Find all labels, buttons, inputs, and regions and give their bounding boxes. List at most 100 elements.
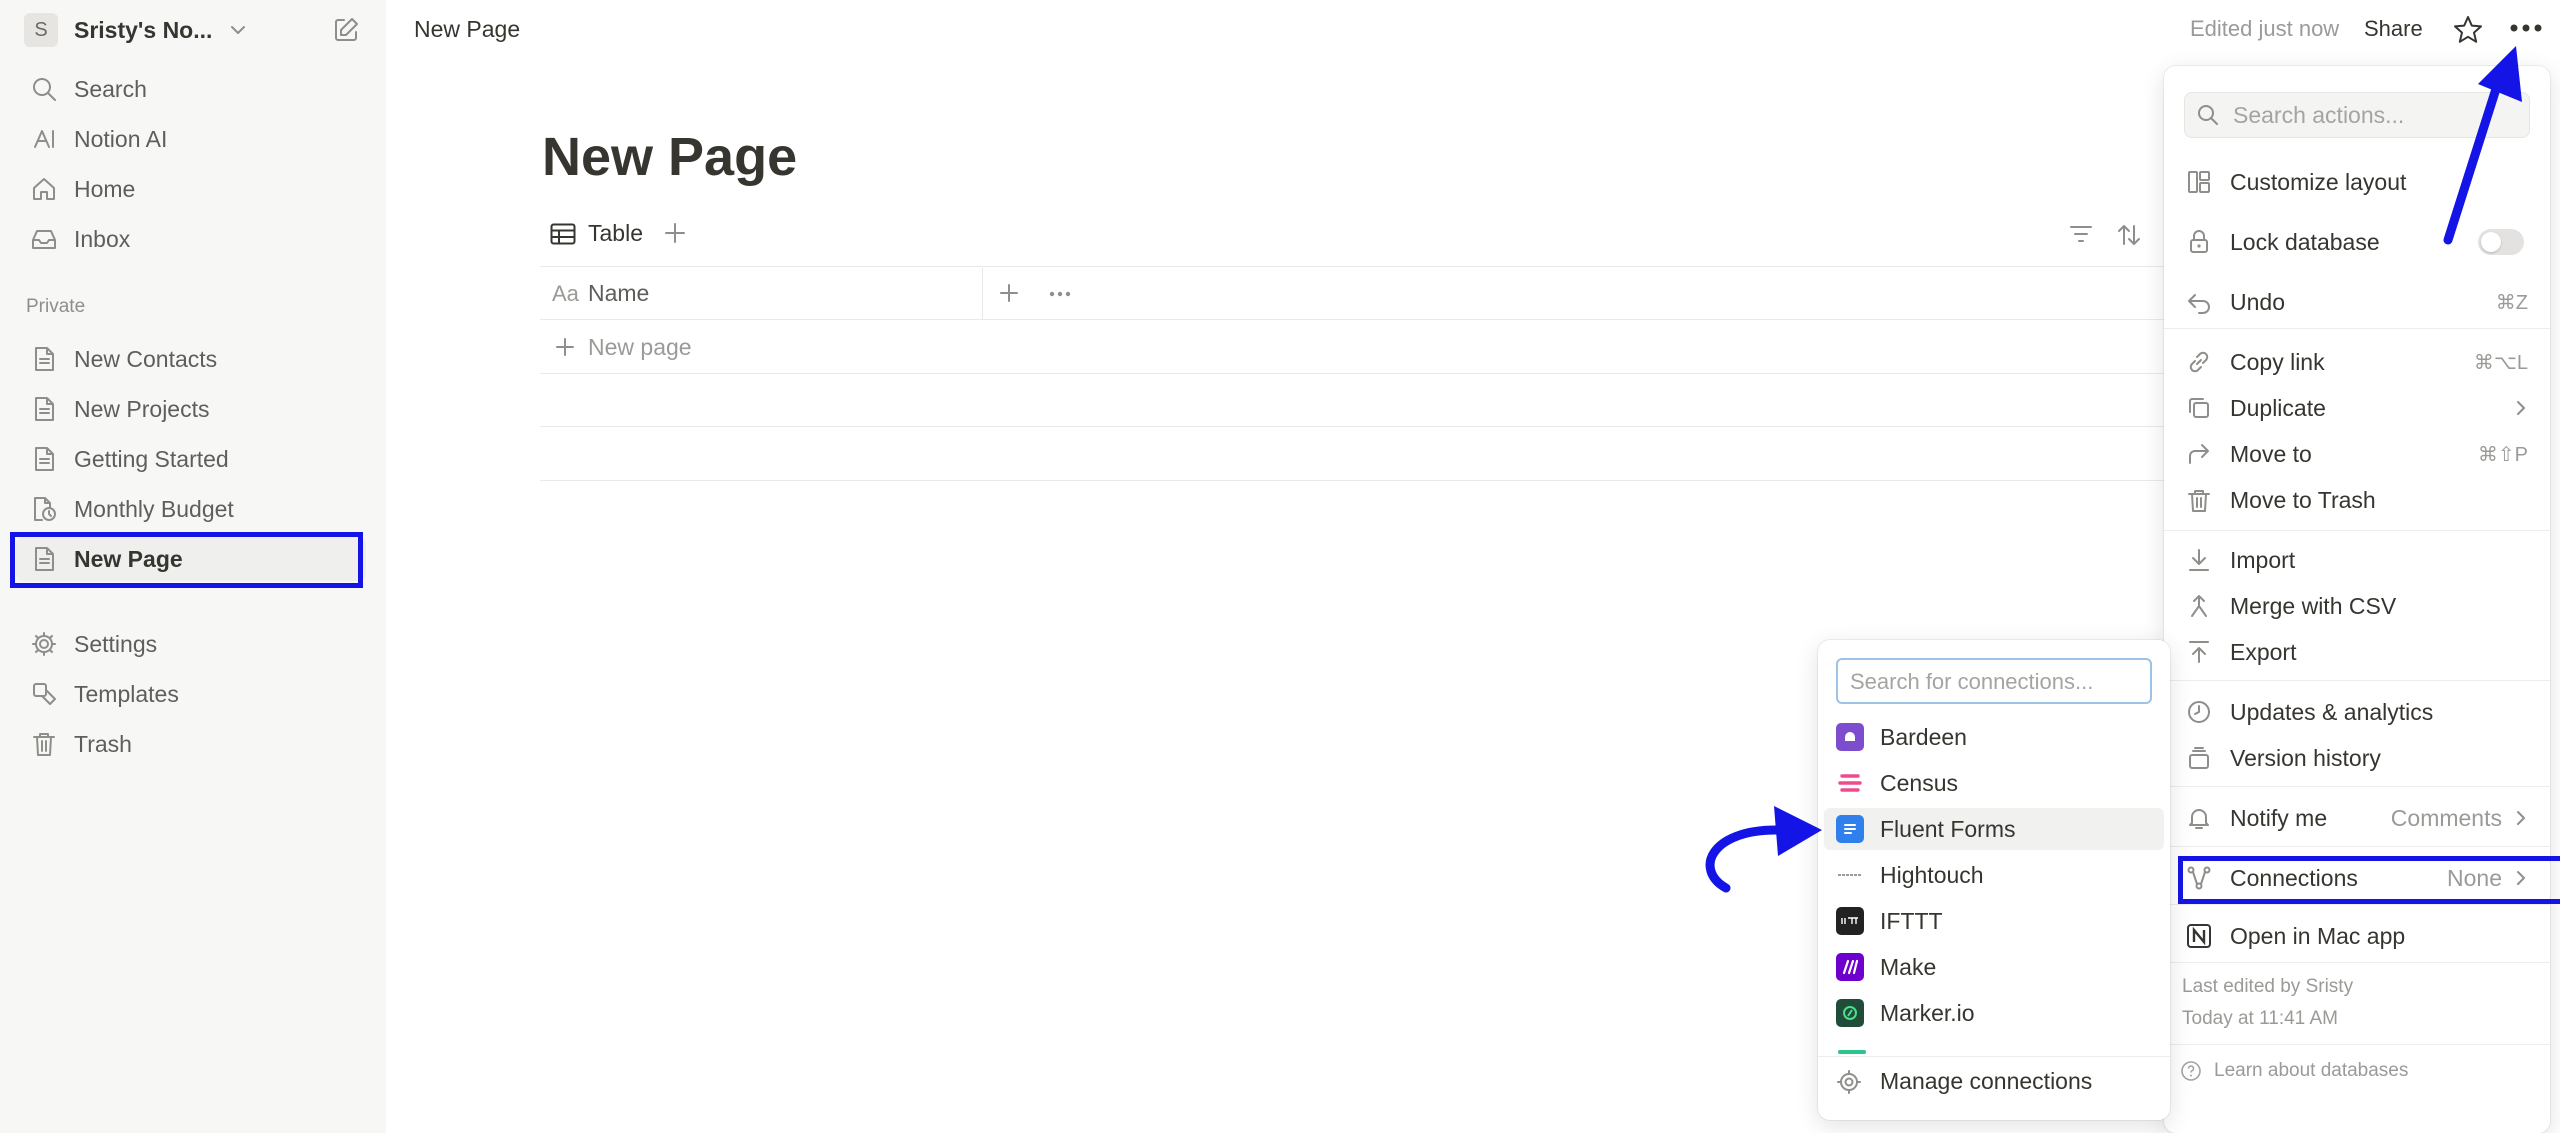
- connection-item-census[interactable]: Census: [1824, 762, 2164, 804]
- sort-icon[interactable]: [2116, 222, 2142, 248]
- connections-submenu: Bardeen Census Fluent Forms Hightouch IF…: [1818, 640, 2170, 1120]
- more-options-icon[interactable]: [2508, 20, 2544, 36]
- sidebar-item-label: New Projects: [74, 395, 210, 422]
- new-page-icon[interactable]: [330, 14, 362, 46]
- database-icon: [24, 489, 64, 529]
- manage-connections-button[interactable]: Manage connections: [1836, 1068, 2092, 1095]
- connection-label: IFTTT: [1880, 907, 1943, 934]
- link-icon: [2182, 345, 2216, 379]
- connection-label: Bardeen: [1880, 723, 1967, 750]
- templates-icon: [24, 674, 64, 714]
- sidebar-item-label: Inbox: [74, 225, 131, 252]
- chevron-right-icon: [2514, 808, 2528, 828]
- page-title[interactable]: New Page: [542, 126, 797, 188]
- menu-item-import[interactable]: Import: [2172, 540, 2542, 580]
- sidebar-item-search[interactable]: Search: [16, 67, 366, 111]
- sidebar-item-label: Notion AI: [74, 125, 168, 152]
- column-more-icon[interactable]: [1048, 290, 1072, 298]
- trash-icon: [24, 724, 64, 764]
- learn-about-databases-link[interactable]: Learn about databases: [2180, 1060, 2408, 1082]
- menu-item-label: Notify me: [2230, 804, 2328, 831]
- connection-item-hightouch[interactable]: Hightouch: [1824, 854, 2164, 896]
- menu-item-export[interactable]: Export: [2172, 632, 2542, 672]
- sidebar-item-label: Home: [74, 175, 136, 202]
- menu-item-updates-analytics[interactable]: Updates & analytics: [2172, 692, 2542, 732]
- search-icon: [2195, 102, 2221, 128]
- sidebar-item-home[interactable]: Home: [16, 167, 366, 211]
- add-view-icon[interactable]: [662, 220, 688, 246]
- sidebar-item-notion-ai[interactable]: Notion AI: [16, 117, 366, 161]
- menu-item-notify-me[interactable]: Notify me Comments: [2172, 798, 2542, 838]
- census-logo-icon: [1836, 769, 1864, 797]
- filter-icon[interactable]: [2068, 222, 2094, 246]
- table-row-border: [540, 319, 2164, 320]
- workspace-name: Sristy's No...: [74, 16, 213, 43]
- menu-divider: [2164, 786, 2550, 787]
- sidebar-item-getting-started[interactable]: Getting Started: [16, 437, 366, 481]
- share-button[interactable]: Share: [2364, 16, 2423, 42]
- trash-icon: [2182, 483, 2216, 517]
- menu-item-copy-link[interactable]: Copy link ⌘⌥L: [2172, 342, 2542, 382]
- menu-item-merge-with-csv[interactable]: Merge with CSV: [2172, 586, 2542, 626]
- shortcut-label: ⌘⌥L: [2473, 351, 2528, 374]
- menu-divider: [2164, 962, 2550, 963]
- menu-item-undo[interactable]: Undo ⌘Z: [2172, 282, 2542, 322]
- sidebar-item-new-projects[interactable]: New Projects: [16, 387, 366, 431]
- sidebar-item-trash[interactable]: Trash: [16, 722, 366, 766]
- sidebar-item-label: Trash: [74, 730, 132, 757]
- table-row-border: [540, 373, 2164, 374]
- sidebar-item-label: Monthly Budget: [74, 495, 234, 522]
- duplicate-icon: [2182, 391, 2216, 425]
- new-row-button[interactable]: New page: [588, 334, 692, 361]
- sidebar-item-settings[interactable]: Settings: [16, 622, 366, 666]
- menu-item-version-history[interactable]: Version history: [2172, 738, 2542, 778]
- sidebar-item-new-contacts[interactable]: New Contacts: [16, 337, 366, 381]
- connection-item-fluent-forms[interactable]: Fluent Forms: [1824, 808, 2164, 850]
- menu-divider: [2164, 680, 2550, 681]
- menu-item-label: Merge with CSV: [2230, 592, 2397, 619]
- version-history-icon: [2182, 741, 2216, 775]
- shortcut-label: ⌘Z: [2495, 291, 2528, 314]
- breadcrumb[interactable]: New Page: [414, 16, 520, 43]
- inbox-icon: [24, 219, 64, 259]
- annotation-highlight-new-page: [10, 532, 363, 588]
- menu-item-label: Move to Trash: [2230, 486, 2376, 513]
- menu-item-label: Copy link: [2230, 348, 2325, 375]
- connection-label: Marker.io: [1880, 999, 1975, 1026]
- sidebar-item-label: Search: [74, 75, 147, 102]
- lock-icon: [2182, 225, 2216, 259]
- connection-item-bardeen[interactable]: Bardeen: [1824, 716, 2164, 758]
- private-section-label: Private: [26, 296, 86, 317]
- connection-item-ifttt[interactable]: IFTTT: [1824, 900, 2164, 942]
- connection-item-make[interactable]: Make: [1824, 946, 2164, 988]
- move-to-icon: [2182, 437, 2216, 471]
- search-connections-input[interactable]: [1848, 668, 2142, 696]
- add-property-icon[interactable]: [998, 282, 1020, 304]
- last-edited-by: Last edited by Sristy: [2182, 976, 2354, 997]
- connection-item-marker-io[interactable]: Marker.io: [1824, 992, 2164, 1034]
- page-icon: [24, 339, 64, 379]
- chevron-right-icon: [2514, 398, 2528, 418]
- menu-divider: [2164, 904, 2550, 905]
- sidebar-item-label: Templates: [74, 680, 179, 707]
- menu-item-move-to-trash[interactable]: Move to Trash: [2172, 480, 2542, 520]
- workspace-avatar: S: [24, 13, 58, 47]
- workspace-switcher[interactable]: S Sristy's No...: [24, 13, 248, 47]
- menu-divider: [2164, 530, 2550, 531]
- undo-icon: [2182, 285, 2216, 319]
- menu-item-duplicate[interactable]: Duplicate: [2172, 388, 2542, 428]
- menu-item-open-in-mac-app[interactable]: Open in Mac app: [2172, 916, 2542, 956]
- sidebar-item-templates[interactable]: Templates: [16, 672, 366, 716]
- sidebar-item-inbox[interactable]: Inbox: [16, 217, 366, 261]
- tab-label: Table: [588, 220, 643, 246]
- export-icon: [2182, 635, 2216, 669]
- column-header-name[interactable]: Name: [588, 280, 649, 307]
- column-divider: [982, 268, 983, 320]
- menu-item-move-to[interactable]: Move to ⌘⇧P: [2172, 434, 2542, 474]
- tab-table-view[interactable]: Table: [550, 220, 643, 247]
- connection-label: Hightouch: [1880, 861, 1984, 888]
- sidebar-item-monthly-budget[interactable]: Monthly Budget: [16, 487, 366, 531]
- import-icon: [2182, 543, 2216, 577]
- search-connections-field[interactable]: [1836, 658, 2152, 704]
- merge-icon: [2182, 589, 2216, 623]
